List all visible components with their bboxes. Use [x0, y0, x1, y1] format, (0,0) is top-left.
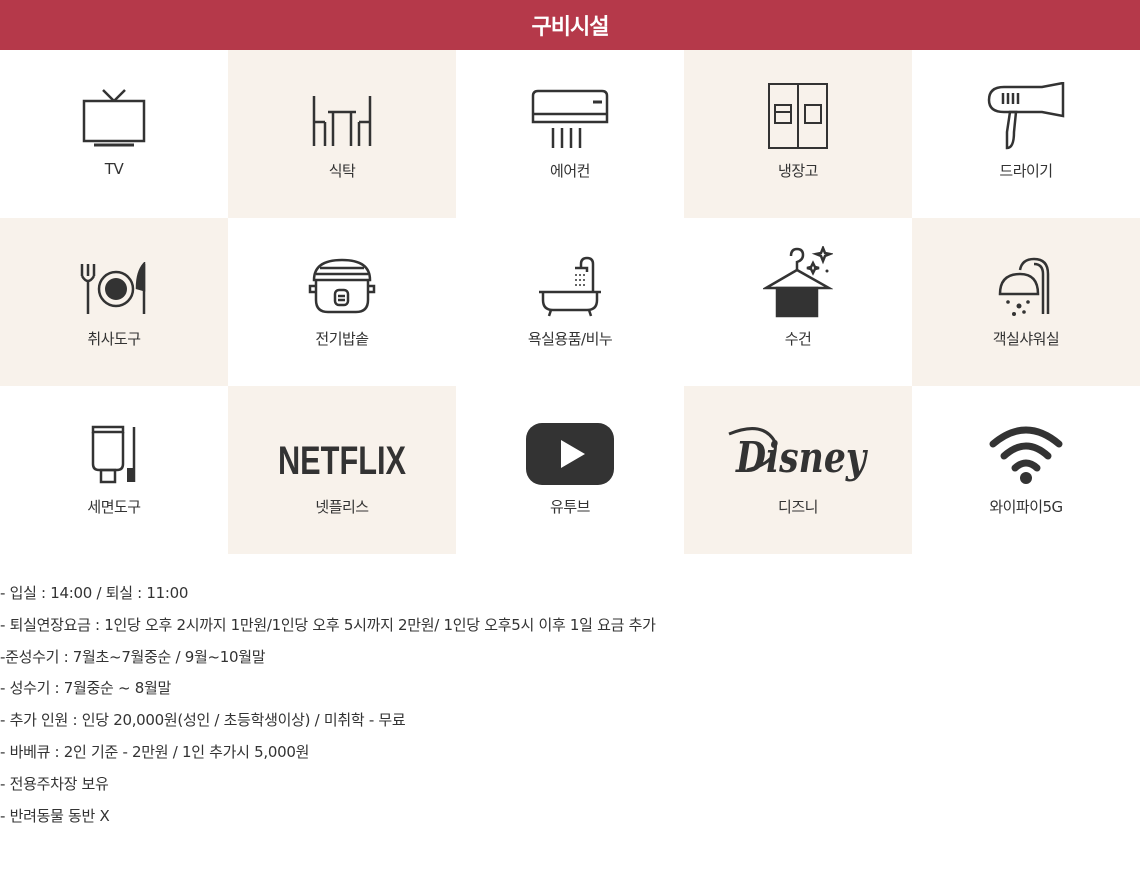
amenity-dining-table: 식탁 — [228, 50, 456, 218]
amenity-label: 디즈니 — [778, 498, 818, 516]
amenity-label: 수건 — [784, 330, 812, 348]
info-barbecue: - 바베큐 : 2인 기준 - 2만원 / 1인 추가시 5,000원 — [0, 742, 310, 761]
disney-logo-text: Disney — [735, 433, 868, 482]
amenity-wifi: 와이파이5G — [912, 386, 1140, 554]
amenity-label: 객실샤워실 — [992, 330, 1060, 348]
amenity-bathtub: 욕실용품/비누 — [456, 218, 684, 386]
info-extra-person: - 추가 인원 : 인당 20,000원(성인 / 초등학생이상) / 미취학 … — [0, 711, 406, 730]
info-semi-peak-season: -준성수기 : 7월초~7월중순 / 9월~10월말 — [0, 647, 266, 666]
info-late-checkout-fee: - 퇴실연장요금 : 1인당 오후 2시까지 1만원/1인당 오후 5시까지 2… — [0, 615, 656, 634]
netflix-logo-text: NETFLIX — [278, 439, 406, 483]
amenity-tv: TV — [0, 50, 228, 218]
amenity-label: 와이파이5G — [989, 498, 1063, 516]
amenity-label: TV — [104, 160, 124, 178]
amenity-shower: 객실샤워실 — [912, 218, 1140, 386]
amenity-cookware: 취사도구 — [0, 218, 228, 386]
disney-logo: Disney — [728, 427, 868, 482]
info-parking: - 전용주차장 보유 — [0, 774, 109, 793]
amenity-refrigerator: 냉장고 — [684, 50, 912, 218]
dining-table-icon — [312, 96, 372, 146]
info-peak-season: - 성수기 : 7월중순 ~ 8월말 — [0, 679, 171, 698]
amenity-toiletries: 세면도구 — [0, 386, 228, 554]
amenity-netflix: NETFLIX 넷플리스 — [228, 386, 456, 554]
section-title: 구비시설 — [531, 15, 610, 40]
info-list: - 입실 : 14:00 / 퇴실 : 11:00 - 퇴실연장요금 : 1인당… — [0, 578, 1140, 832]
amenities-grid: TV 식탁 에어컨 냉장고 드라이기 취사도구 전기밥솥 욕실용품/비누 수건 … — [0, 50, 1140, 554]
amenity-label: 유투브 — [550, 498, 590, 516]
amenity-disney: Disney 디즈니 — [684, 386, 912, 554]
amenity-hair-dryer: 드라이기 — [912, 50, 1140, 218]
info-pets: - 반려동물 동반 X — [0, 806, 110, 825]
refrigerator-icon — [768, 83, 828, 149]
youtube-icon — [526, 423, 614, 485]
amenity-label: 세면도구 — [87, 498, 141, 516]
amenity-label: 에어컨 — [550, 162, 590, 180]
amenity-label: 드라이기 — [999, 162, 1053, 180]
amenity-air-conditioner: 에어컨 — [456, 50, 684, 218]
toiletries-icon — [91, 425, 136, 484]
amenity-label: 욕실용품/비누 — [527, 330, 613, 348]
netflix-logo: NETFLIX — [278, 439, 406, 483]
amenity-rice-cooker: 전기밥솥 — [228, 218, 456, 386]
amenity-label: 전기밥솥 — [315, 330, 369, 348]
amenity-label: 식탁 — [328, 162, 356, 180]
wifi-icon — [989, 426, 1063, 484]
air-conditioner-icon — [531, 89, 609, 148]
hair-dryer-icon — [987, 82, 1065, 150]
tv-icon — [82, 89, 146, 147]
cookware-icon — [80, 262, 146, 314]
shower-icon — [998, 257, 1050, 316]
info-check-in-out: - 입실 : 14:00 / 퇴실 : 11:00 — [0, 584, 189, 602]
section-header: 구비시설 — [0, 0, 1140, 50]
rice-cooker-icon — [308, 258, 376, 314]
amenity-youtube: 유투브 — [456, 386, 684, 554]
amenity-label: 취사도구 — [87, 330, 141, 348]
amenity-label: 넷플리스 — [315, 498, 369, 516]
amenity-label: 냉장고 — [778, 162, 818, 180]
towel-icon — [763, 246, 833, 318]
amenity-towel: 수건 — [684, 218, 912, 386]
bathtub-icon — [539, 256, 601, 317]
